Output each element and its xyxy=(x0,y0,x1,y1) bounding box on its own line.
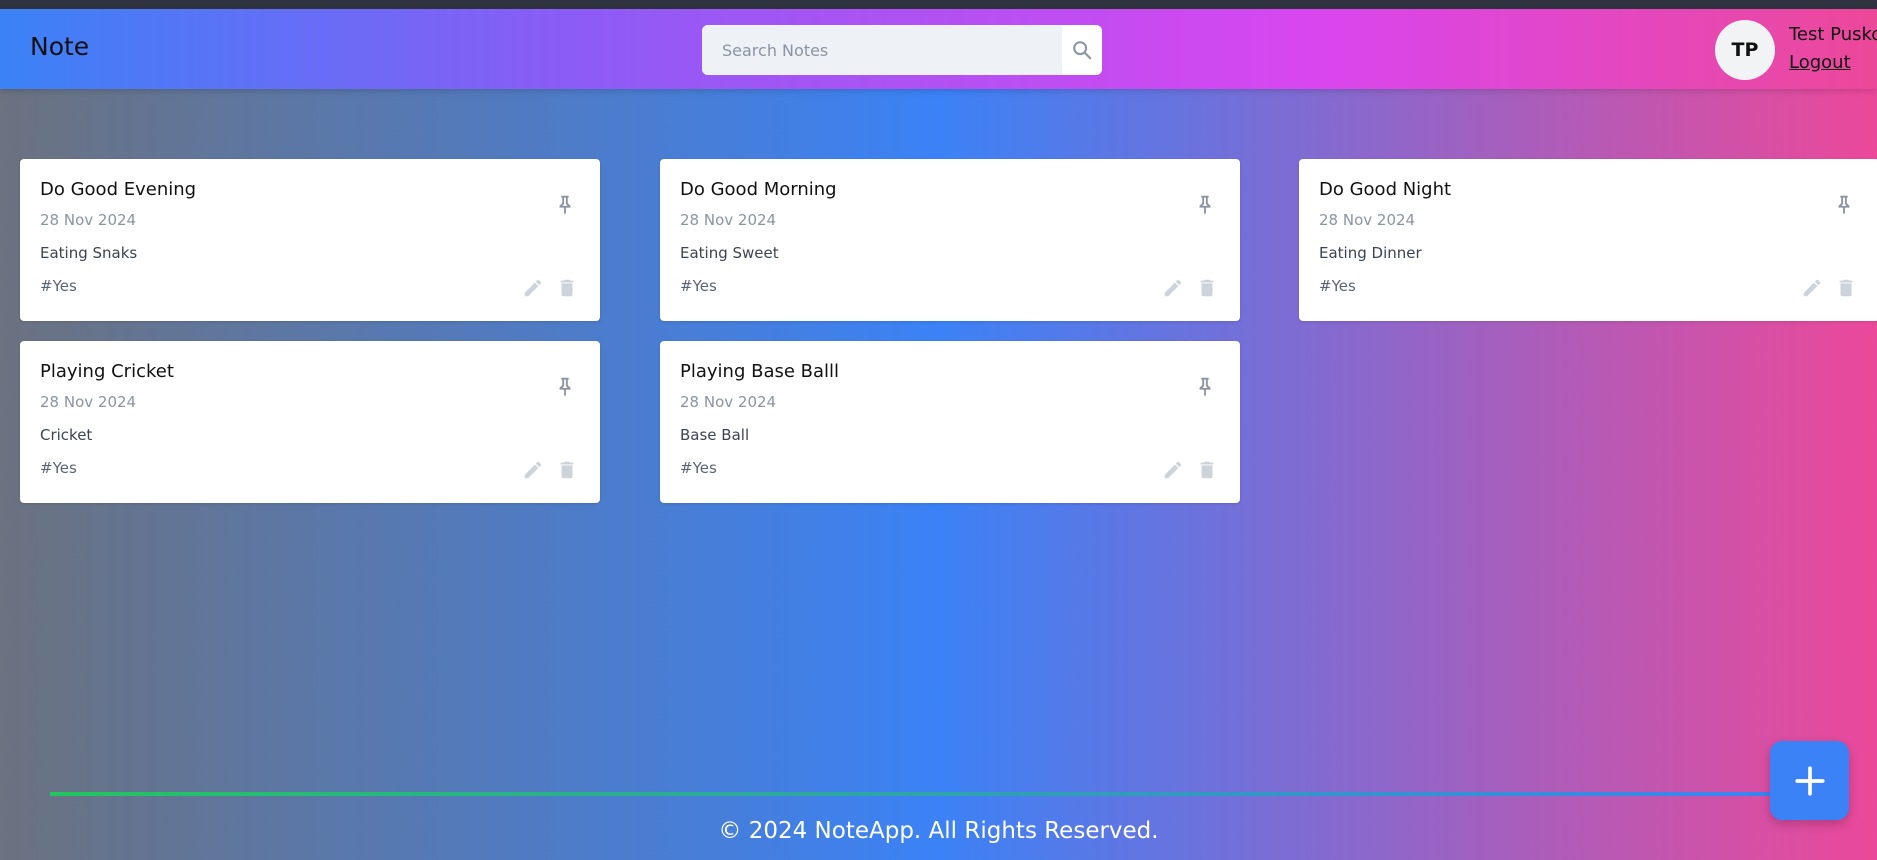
note-tags: #Yes xyxy=(680,277,717,295)
delete-icon[interactable] xyxy=(1835,277,1857,299)
pin-icon[interactable] xyxy=(554,375,576,397)
note-date: 28 Nov 2024 xyxy=(40,211,137,229)
note-card[interactable]: Do Good Morning 28 Nov 2024 Eating Sweet… xyxy=(660,159,1240,321)
note-date: 28 Nov 2024 xyxy=(40,393,137,411)
delete-icon[interactable] xyxy=(556,277,578,299)
note-content: Base Ball xyxy=(680,426,750,444)
note-content: Eating Dinner xyxy=(1319,244,1422,262)
edit-icon[interactable] xyxy=(1801,277,1823,299)
note-content: Eating Sweet xyxy=(680,244,779,262)
delete-icon[interactable] xyxy=(556,459,578,481)
note-content: Cricket xyxy=(40,426,93,444)
navbar: Note TP Test Pusko Logout xyxy=(0,9,1877,89)
search-icon xyxy=(1073,41,1092,60)
note-tags: #Yes xyxy=(1319,277,1356,295)
note-title: Do Good Evening xyxy=(40,179,197,200)
note-date: 28 Nov 2024 xyxy=(680,211,777,229)
edit-icon[interactable] xyxy=(1162,459,1184,481)
pin-icon[interactable] xyxy=(1194,375,1216,397)
note-tags: #Yes xyxy=(40,277,77,295)
note-date: 28 Nov 2024 xyxy=(1319,211,1416,229)
search-bar xyxy=(702,25,1102,75)
note-tags: #Yes xyxy=(40,459,77,477)
note-title: Playing Base Balll xyxy=(680,361,840,382)
note-card[interactable]: Playing Base Balll 28 Nov 2024 Base Ball… xyxy=(660,341,1240,503)
note-tags: #Yes xyxy=(680,459,717,477)
edit-icon[interactable] xyxy=(522,459,544,481)
avatar[interactable]: TP xyxy=(1715,20,1775,80)
search-input[interactable] xyxy=(702,25,1062,75)
pin-icon[interactable] xyxy=(1194,193,1216,215)
edit-icon[interactable] xyxy=(1162,277,1184,299)
note-card[interactable]: Do Good Night 28 Nov 2024 Eating Dinner … xyxy=(1299,159,1877,321)
edit-icon[interactable] xyxy=(522,277,544,299)
note-title: Do Good Night xyxy=(1319,179,1452,200)
note-date: 28 Nov 2024 xyxy=(680,393,777,411)
pin-icon[interactable] xyxy=(1833,193,1855,215)
note-card[interactable]: Do Good Evening 28 Nov 2024 Eating Snaks… xyxy=(20,159,600,321)
pin-icon[interactable] xyxy=(554,193,576,215)
note-card[interactable]: Playing Cricket 28 Nov 2024 Cricket #Yes xyxy=(20,341,600,503)
delete-icon[interactable] xyxy=(1196,459,1218,481)
note-title: Playing Cricket xyxy=(40,361,174,382)
user-name: Test Pusko xyxy=(1789,24,1877,45)
search-button[interactable] xyxy=(1062,25,1102,75)
footer-divider-line xyxy=(50,792,1820,796)
note-title: Do Good Morning xyxy=(680,179,837,200)
add-note-button[interactable] xyxy=(1770,741,1849,820)
window-top-strip xyxy=(0,0,1877,9)
delete-icon[interactable] xyxy=(1196,277,1218,299)
brand-title: Note xyxy=(30,32,90,61)
footer-copyright: © 2024 NoteApp. All Rights Reserved. xyxy=(718,818,1159,844)
logout-link[interactable]: Logout xyxy=(1789,52,1851,73)
plus-icon xyxy=(1794,765,1825,796)
note-content: Eating Snaks xyxy=(40,244,138,262)
